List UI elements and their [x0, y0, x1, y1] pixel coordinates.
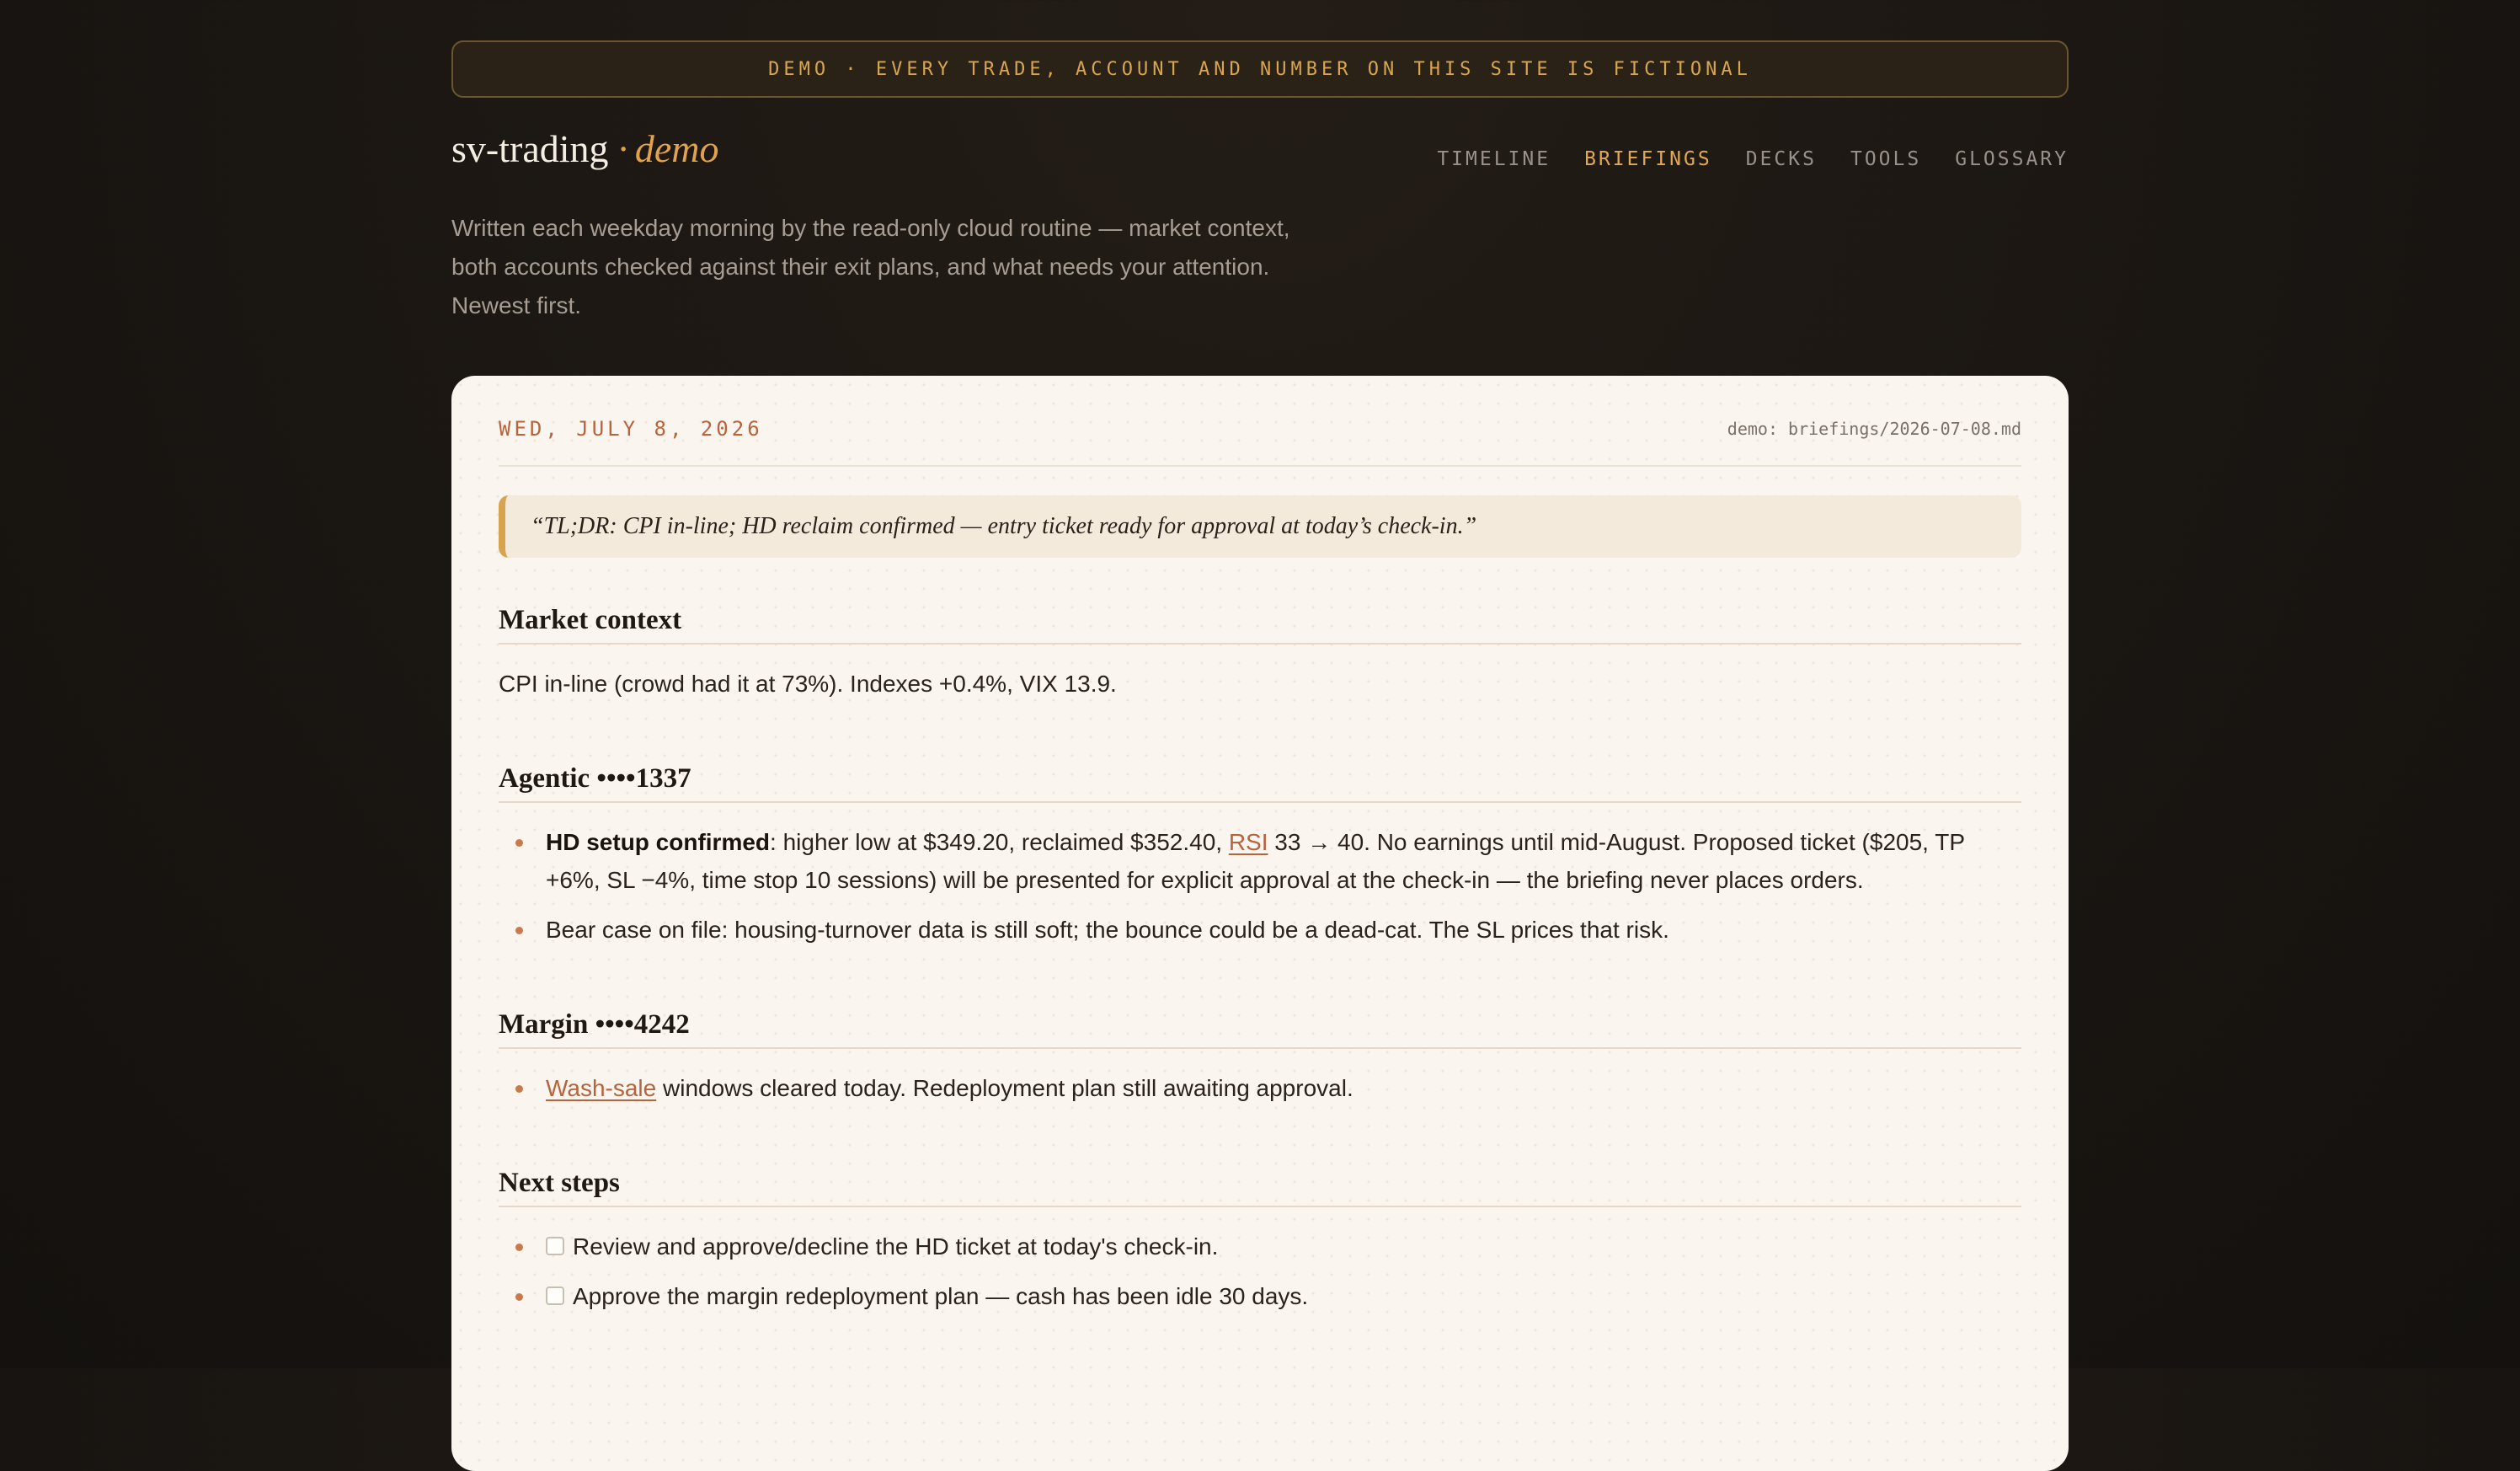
section-next-steps: Next steps Review and approve/decline th… — [499, 1168, 2021, 1315]
section-heading: Next steps — [499, 1168, 2021, 1207]
section-heading: Margin ••••4242 — [499, 1009, 2021, 1049]
list-item-text: : higher low at $349.20, reclaimed $352.… — [770, 829, 1229, 855]
demo-banner-text: DEMO · EVERY TRADE, ACCOUNT AND NUMBER O… — [768, 58, 1752, 80]
brand-suffix: demo — [634, 127, 719, 170]
glossary-link-wash-sale[interactable]: Wash-sale — [546, 1075, 656, 1101]
nav-decks[interactable]: DECKS — [1746, 148, 1817, 170]
section-margin-account: Margin ••••4242 Wash-sale windows cleare… — [499, 1009, 2021, 1107]
briefing-date: WED, JULY 8, 2026 — [499, 417, 763, 441]
market-context-text: CPI in-line (crowd had it at 73%). Index… — [499, 671, 1117, 697]
hd-setup-label: HD setup confirmed — [546, 829, 771, 855]
nav-timeline[interactable]: TIMELINE — [1437, 148, 1551, 170]
list-item: Wash-sale windows cleared today. Redeplo… — [499, 1069, 2021, 1107]
section-market-context: Market context CPI in-line (crowd had it… — [499, 605, 2021, 703]
brand-separator: · — [617, 127, 630, 170]
page-intro: Written each weekday morning by the read… — [451, 209, 1344, 325]
intro-line: both accounts checked against their exit… — [451, 254, 1270, 280]
nav-tools[interactable]: TOOLS — [1850, 148, 1921, 170]
tldr-callout: “TL;DR: CPI in-line; HD reclaim confirme… — [499, 495, 2021, 558]
list-item: Bear case on file: housing-turnover data… — [499, 911, 2021, 949]
task-item: Review and approve/decline the HD ticket… — [499, 1228, 2021, 1265]
task-checkbox[interactable] — [546, 1286, 564, 1305]
nav-briefings[interactable]: BRIEFINGS — [1584, 148, 1712, 170]
task-text: Approve the margin redeployment plan — c… — [573, 1283, 1309, 1309]
nav-glossary[interactable]: GLOSSARY — [1955, 148, 2069, 170]
glossary-link-rsi[interactable]: RSI — [1229, 829, 1268, 855]
section-agentic-account: Agentic ••••1337 HD setup confirmed: hig… — [499, 763, 2021, 949]
intro-line: Newest first. — [451, 292, 582, 318]
section-heading: Market context — [499, 605, 2021, 645]
tldr-text: “TL;DR: CPI in-line; HD reclaim confirme… — [531, 513, 1477, 539]
section-heading: Agentic ••••1337 — [499, 763, 2021, 803]
brand-name: sv-trading — [451, 127, 609, 170]
demo-banner: DEMO · EVERY TRADE, ACCOUNT AND NUMBER O… — [451, 40, 2069, 98]
brand-logo[interactable]: sv-trading · demo — [451, 130, 718, 168]
task-checkbox[interactable] — [546, 1237, 564, 1255]
briefing-source-path: demo: briefings/2026-07-08.md — [1727, 419, 2021, 439]
list-item: HD setup confirmed: higher low at $349.2… — [499, 823, 2021, 899]
page: DEMO · EVERY TRADE, ACCOUNT AND NUMBER O… — [451, 40, 2069, 1471]
task-text: Review and approve/decline the HD ticket… — [573, 1233, 1219, 1260]
task-item: Approve the margin redeployment plan — c… — [499, 1277, 2021, 1315]
main-nav: TIMELINE BRIEFINGS DECKS TOOLS GLOSSARY — [1437, 148, 2069, 170]
intro-line: Written each weekday morning by the read… — [451, 215, 1290, 241]
briefing-card: WED, JULY 8, 2026 demo: briefings/2026-0… — [451, 376, 2069, 1471]
list-item-text: Bear case on file: housing-turnover data… — [546, 917, 1669, 943]
briefing-header: WED, JULY 8, 2026 demo: briefings/2026-0… — [499, 376, 2021, 467]
list-item-text: windows cleared today. Redeployment plan… — [656, 1075, 1353, 1101]
